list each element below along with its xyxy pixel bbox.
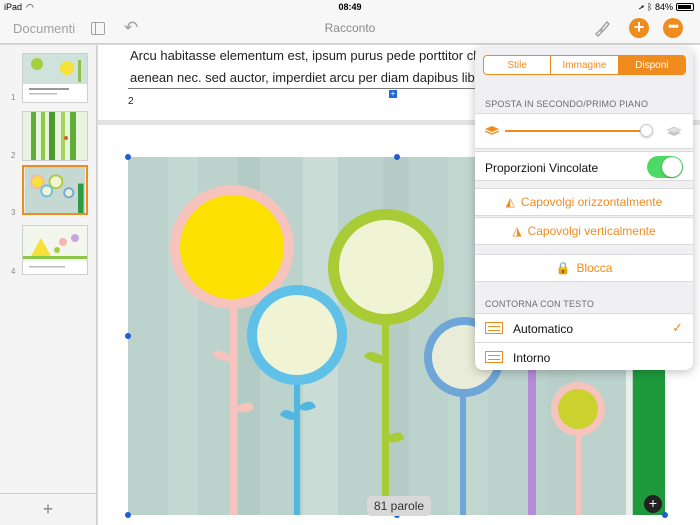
status-time: 08:49 — [338, 2, 362, 12]
page-thumbnail-1[interactable] — [22, 53, 88, 103]
status-bar: iPad ◠ 08:49 ➚ ᛒ 84% — [0, 0, 700, 14]
tab-immagine[interactable]: Immagine — [551, 56, 619, 74]
bring-forward-icon[interactable] — [667, 126, 681, 136]
thumbnail-4-image — [23, 226, 87, 268]
bluetooth-icon: ᛒ — [647, 2, 653, 12]
format-brush-icon[interactable] — [593, 19, 611, 37]
layer-slider-track[interactable] — [505, 130, 650, 132]
page-thumbnail-2[interactable] — [22, 111, 88, 161]
text-overflow-plus-icon[interactable]: + — [389, 90, 397, 98]
wrap-header: CONTORNA CON TESTO — [485, 299, 595, 309]
page-thumbnail-3[interactable] — [22, 165, 88, 215]
layer-slider-knob[interactable] — [640, 124, 653, 137]
wrap-automatic-icon — [485, 322, 503, 334]
status-right: ➚ ᛒ 84% — [639, 2, 694, 12]
wrap-around-label: Intorno — [513, 351, 551, 365]
checkmark-icon: ✓ — [672, 320, 683, 335]
resize-handle-bottom-right[interactable] — [662, 512, 668, 518]
documents-button[interactable]: Documenti — [13, 21, 75, 36]
flip-horizontal-button[interactable]: ◭ Capovolgi orizzontalmente — [475, 188, 693, 216]
add-button[interactable]: + — [629, 18, 649, 38]
arrange-header: SPOSTA IN SECONDO/PRIMO PIANO — [485, 99, 649, 109]
location-icon: ➚ — [639, 2, 645, 12]
thumbnail-3-image — [24, 167, 86, 213]
flip-vertical-label: Capovolgi verticalmente — [527, 224, 656, 238]
layer-order-row — [475, 113, 693, 149]
thumbnail-2-image — [23, 112, 87, 160]
word-count-badge[interactable]: 81 parole — [367, 496, 432, 516]
resize-handle-top-left[interactable] — [125, 154, 131, 160]
image-add-icon[interactable]: + — [644, 495, 662, 513]
tab-stile[interactable]: Stile — [484, 56, 552, 74]
wrap-around-option[interactable]: Intorno — [475, 342, 693, 370]
undo-icon[interactable]: ↶ — [124, 18, 138, 38]
resize-handle-top[interactable] — [394, 154, 400, 160]
thumbnail-1-image — [23, 54, 87, 95]
flip-horizontal-label: Capovolgi orizzontalmente — [520, 195, 663, 209]
nav-bar: Documenti ↶ Racconto + ••• — [0, 14, 700, 44]
lock-button[interactable]: 🔒 Blocca — [475, 254, 693, 282]
flip-vertical-icon: ◮ — [512, 224, 522, 238]
resize-handle-bottom-left[interactable] — [125, 512, 131, 518]
lock-icon: 🔒 — [555, 261, 571, 275]
page-thumbnail-4[interactable] — [22, 225, 88, 275]
proportions-label: Proporzioni Vincolate — [485, 161, 599, 175]
battery-percent: 84% — [654, 2, 673, 12]
popover-tabs: Stile Immagine Disponi — [483, 55, 686, 75]
wrap-automatic-option[interactable]: Automatico ✓ — [475, 313, 693, 343]
resize-handle-left[interactable] — [125, 333, 131, 339]
lock-label: Blocca — [576, 261, 613, 275]
page-thumbnails-sidebar: 1 2 3 4 + — [0, 45, 97, 525]
page-thumbnails-icon[interactable] — [91, 22, 105, 35]
page-number-3: 3 — [11, 208, 16, 217]
more-button[interactable]: ••• — [663, 18, 683, 38]
proportions-toggle[interactable] — [647, 156, 683, 178]
format-popover: Stile Immagine Disponi SPOSTA IN SECONDO… — [475, 48, 693, 370]
proportions-row: Proporzioni Vincolate — [475, 151, 693, 181]
flip-vertical-button[interactable]: ◮ Capovolgi verticalmente — [475, 217, 693, 245]
tab-disponi[interactable]: Disponi — [618, 56, 685, 74]
flip-horizontal-icon: ◭ — [505, 195, 515, 209]
page-number: 2 — [128, 96, 134, 107]
battery-icon — [676, 3, 694, 11]
send-backward-icon[interactable] — [485, 126, 499, 136]
wrap-around-icon — [485, 351, 503, 363]
wrap-automatic-label: Automatico — [513, 322, 574, 336]
page-number-4: 4 — [11, 267, 16, 276]
page-number-2: 2 — [11, 151, 16, 160]
page-number-1: 1 — [11, 93, 16, 102]
add-page-button[interactable]: + — [0, 493, 96, 525]
